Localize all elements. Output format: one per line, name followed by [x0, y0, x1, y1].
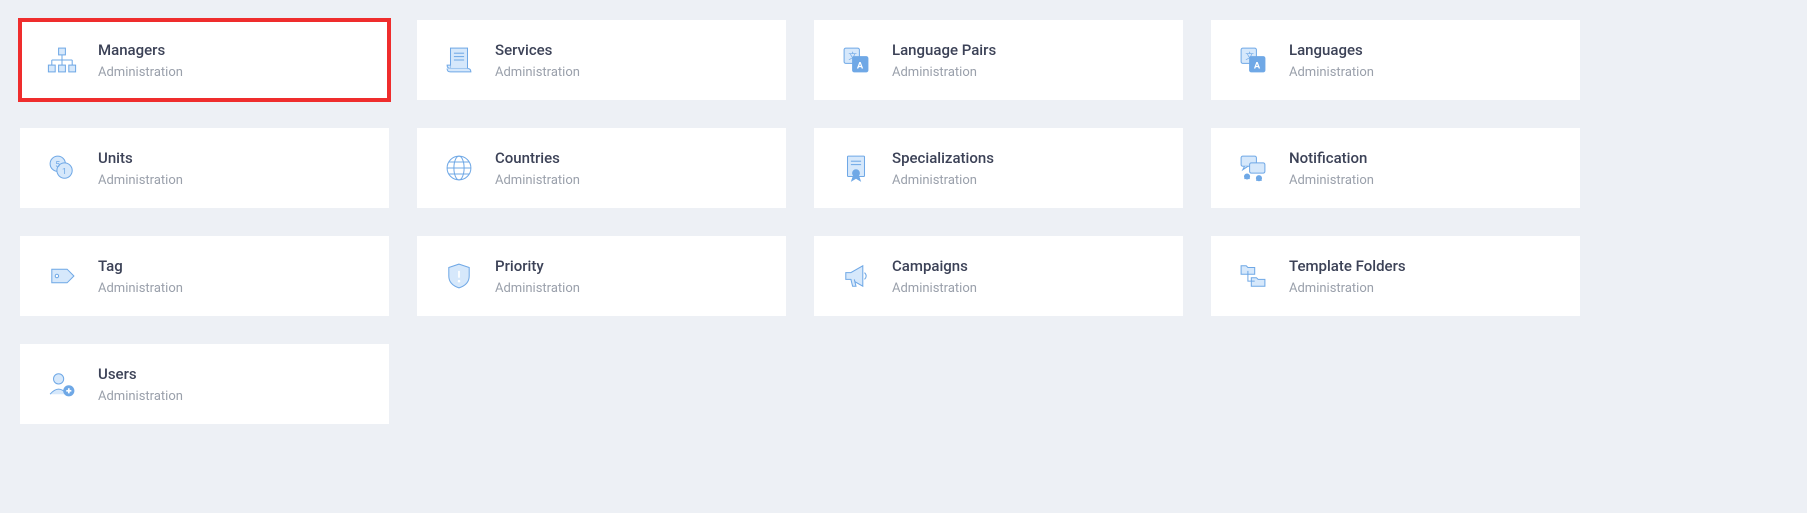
card-tag[interactable]: Tag Administration	[20, 236, 389, 316]
card-title: Managers	[98, 41, 183, 59]
card-template-folders[interactable]: Template Folders Administration	[1211, 236, 1580, 316]
svg-text:文: 文	[848, 51, 857, 62]
card-subtitle: Administration	[495, 173, 580, 188]
scroll-icon	[439, 40, 479, 80]
card-subtitle: Administration	[1289, 281, 1406, 296]
card-notification[interactable]: Notification Administration	[1211, 128, 1580, 208]
org-chart-icon	[42, 40, 82, 80]
card-title: Units	[98, 149, 183, 167]
card-title: Language Pairs	[892, 41, 996, 59]
card-subtitle: Administration	[892, 173, 994, 188]
card-campaigns[interactable]: Campaigns Administration	[814, 236, 1183, 316]
card-title: Template Folders	[1289, 257, 1406, 275]
folders-icon	[1233, 256, 1273, 296]
card-priority[interactable]: Priority Administration	[417, 236, 786, 316]
card-subtitle: Administration	[98, 173, 183, 188]
coins-icon: 51	[42, 148, 82, 188]
card-subtitle: Administration	[98, 389, 183, 404]
card-title: Users	[98, 365, 183, 383]
card-language-pairs[interactable]: 文A Language Pairs Administration	[814, 20, 1183, 100]
card-title: Countries	[495, 149, 580, 167]
svg-text:文: 文	[1245, 51, 1254, 62]
card-services[interactable]: Services Administration	[417, 20, 786, 100]
card-countries[interactable]: Countries Administration	[417, 128, 786, 208]
certificate-icon	[836, 148, 876, 188]
card-managers[interactable]: Managers Administration	[20, 20, 389, 100]
card-subtitle: Administration	[495, 65, 580, 80]
translate-icon: 文A	[1233, 40, 1273, 80]
card-subtitle: Administration	[98, 65, 183, 80]
megaphone-icon	[836, 256, 876, 296]
admin-card-grid: Managers Administration Services Adminis…	[20, 20, 1580, 424]
svg-text:1: 1	[62, 167, 67, 177]
card-languages[interactable]: 文A Languages Administration	[1211, 20, 1580, 100]
card-subtitle: Administration	[892, 281, 977, 296]
tag-icon	[42, 256, 82, 296]
card-specializations[interactable]: Specializations Administration	[814, 128, 1183, 208]
shield-icon	[439, 256, 479, 296]
card-units[interactable]: 51 Units Administration	[20, 128, 389, 208]
card-title: Notification	[1289, 149, 1374, 167]
card-title: Languages	[1289, 41, 1374, 59]
svg-text:A: A	[857, 61, 864, 72]
card-title: Specializations	[892, 149, 994, 167]
card-title: Tag	[98, 257, 183, 275]
svg-text:A: A	[1254, 61, 1261, 72]
card-title: Campaigns	[892, 257, 977, 275]
globe-icon	[439, 148, 479, 188]
card-title: Priority	[495, 257, 580, 275]
translate-icon: 文A	[836, 40, 876, 80]
card-subtitle: Administration	[98, 281, 183, 296]
card-subtitle: Administration	[1289, 173, 1374, 188]
card-subtitle: Administration	[495, 281, 580, 296]
card-title: Services	[495, 41, 580, 59]
card-subtitle: Administration	[892, 65, 996, 80]
card-subtitle: Administration	[1289, 65, 1374, 80]
users-icon	[42, 364, 82, 404]
chat-icon	[1233, 148, 1273, 188]
card-users[interactable]: Users Administration	[20, 344, 389, 424]
svg-text:5: 5	[55, 160, 60, 170]
